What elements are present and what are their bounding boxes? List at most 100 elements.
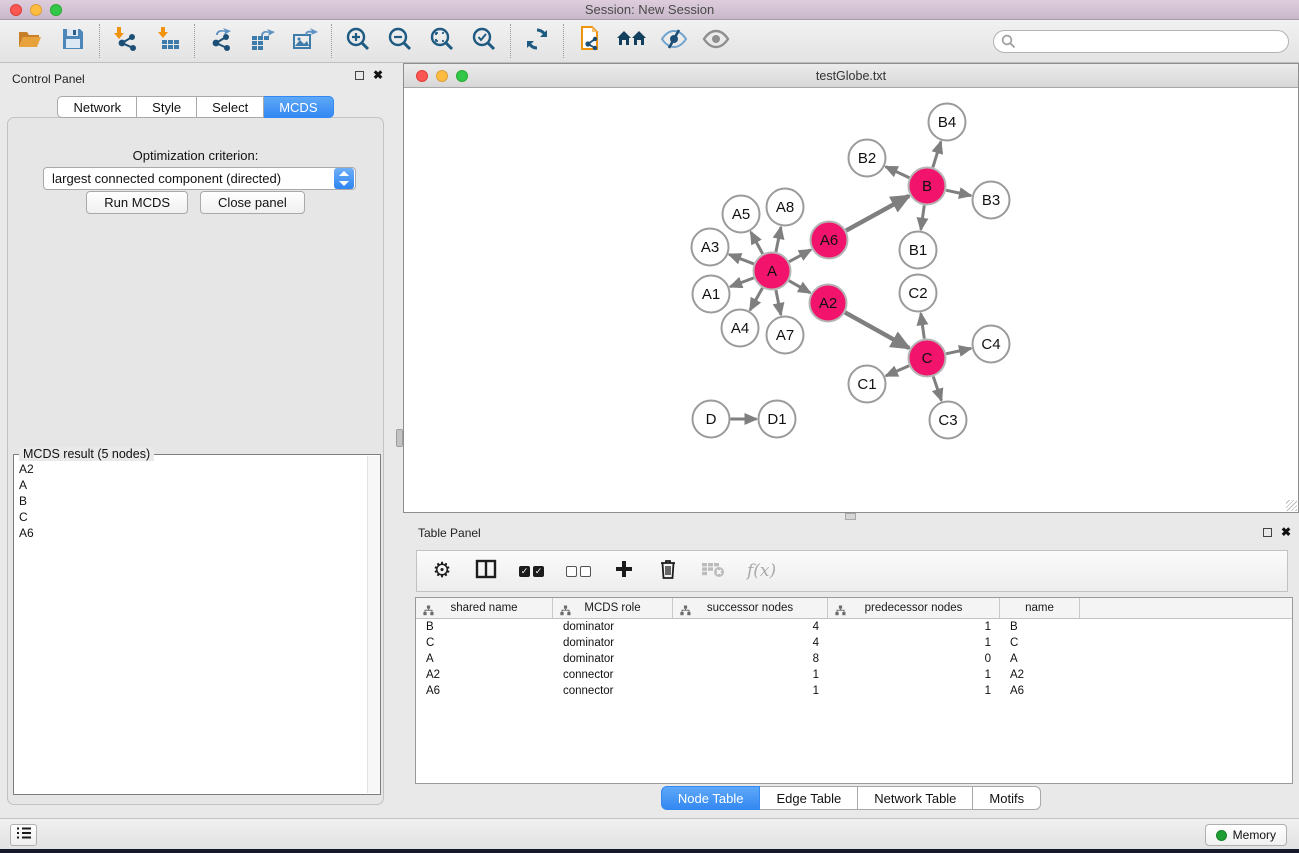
tab-network-table[interactable]: Network Table	[858, 786, 973, 810]
zoom-in-button[interactable]	[337, 23, 379, 59]
node-A8[interactable]: A8	[767, 189, 804, 226]
node-A[interactable]: A	[754, 253, 791, 290]
tab-network[interactable]: Network	[57, 96, 137, 118]
node-A7[interactable]: A7	[767, 317, 804, 354]
edge-A-A7[interactable]	[776, 290, 781, 315]
edge-A6-B[interactable]	[846, 196, 909, 231]
edge-B-B3[interactable]	[946, 190, 971, 195]
node-D1[interactable]: D1	[759, 401, 796, 438]
edge-B-B4[interactable]	[933, 142, 941, 168]
edge-A2-C[interactable]	[845, 312, 909, 348]
node-A5[interactable]: A5	[723, 196, 760, 233]
select-all-button[interactable]: ✓✓	[519, 558, 544, 584]
edge-B-B1[interactable]	[921, 205, 924, 229]
edge-A-A4[interactable]	[750, 288, 762, 310]
new-network-from-file-button[interactable]	[569, 23, 611, 59]
deselect-all-button[interactable]	[566, 558, 591, 584]
export-image-button[interactable]	[284, 23, 326, 59]
task-history-button[interactable]	[10, 824, 37, 846]
table-row[interactable]: Adominator80A	[416, 651, 1292, 667]
result-item[interactable]: A6	[14, 525, 366, 541]
result-item[interactable]: A2	[14, 461, 366, 477]
open-session-button[interactable]	[10, 23, 52, 59]
close-window-button[interactable]	[10, 4, 22, 16]
export-network-button[interactable]	[200, 23, 242, 59]
node-D[interactable]: D	[693, 401, 730, 438]
node-C4[interactable]: C4	[973, 326, 1010, 363]
node-C[interactable]: C	[909, 340, 946, 377]
column-header-MCDS-role[interactable]: MCDS role	[553, 598, 673, 618]
divider-scroll-thumb[interactable]	[396, 429, 403, 447]
show-graphics-button[interactable]	[695, 23, 737, 59]
create-column-button[interactable]	[613, 558, 635, 584]
close-panel-button[interactable]: Close panel	[200, 191, 305, 214]
close-table-panel-icon[interactable]: ✖	[1281, 527, 1291, 537]
float-panel-icon[interactable]	[355, 71, 364, 80]
node-A1[interactable]: A1	[693, 276, 730, 313]
tab-style[interactable]: Style	[137, 96, 197, 118]
edge-C-C4[interactable]	[946, 348, 971, 353]
tab-mcds[interactable]: MCDS	[264, 96, 333, 118]
edge-A-A3[interactable]	[729, 254, 754, 264]
edge-A-A2[interactable]	[789, 281, 810, 293]
delete-column-button[interactable]	[657, 558, 679, 584]
column-header-name[interactable]: name	[1000, 598, 1080, 618]
result-scrollbar[interactable]	[367, 456, 380, 793]
node-B2[interactable]: B2	[849, 140, 886, 177]
column-header-successor-nodes[interactable]: successor nodes	[673, 598, 828, 618]
edge-A-A6[interactable]	[789, 250, 811, 262]
edge-A-A5[interactable]	[751, 232, 763, 254]
tab-motifs[interactable]: Motifs	[973, 786, 1041, 810]
window-resize-grip[interactable]	[1286, 500, 1297, 511]
edge-C-C3[interactable]	[933, 376, 941, 400]
edge-A-A1[interactable]	[730, 278, 754, 287]
edge-B-B2[interactable]	[886, 167, 910, 178]
zoom-selected-button[interactable]	[463, 23, 505, 59]
memory-button[interactable]: Memory	[1205, 824, 1287, 846]
edge-C-C1[interactable]	[886, 366, 909, 376]
refresh-button[interactable]	[516, 23, 558, 59]
network-canvas[interactable]: AA1A2A3A4A5A6A7A8BB1B2B3B4CC1C2C3C4DD1	[404, 89, 1298, 512]
column-header-shared-name[interactable]: shared name	[416, 598, 553, 618]
result-item[interactable]: A	[14, 477, 366, 493]
zoom-fit-button[interactable]	[421, 23, 463, 59]
criterion-dropdown[interactable]: largest connected component (directed)	[43, 167, 356, 190]
hide-graphics-button[interactable]	[653, 23, 695, 59]
table-row[interactable]: Bdominator41B	[416, 619, 1292, 635]
network-zoom-button[interactable]	[456, 70, 468, 82]
tab-select[interactable]: Select	[197, 96, 264, 118]
show-columns-button[interactable]	[475, 558, 497, 584]
node-C1[interactable]: C1	[849, 366, 886, 403]
import-table-button[interactable]	[147, 23, 189, 59]
table-row[interactable]: A2connector11A2	[416, 667, 1292, 683]
tab-edge-table[interactable]: Edge Table	[760, 786, 858, 810]
table-row[interactable]: Cdominator41C	[416, 635, 1292, 651]
delete-table-button[interactable]	[701, 558, 725, 584]
network-close-button[interactable]	[416, 70, 428, 82]
export-table-button[interactable]	[242, 23, 284, 59]
tab-node-table[interactable]: Node Table	[661, 786, 761, 810]
edge-A-A8[interactable]	[776, 227, 781, 252]
minimize-window-button[interactable]	[30, 4, 42, 16]
save-session-button[interactable]	[52, 23, 94, 59]
result-item[interactable]: B	[14, 493, 366, 509]
zoom-window-button[interactable]	[50, 4, 62, 16]
float-table-panel-icon[interactable]	[1263, 528, 1272, 537]
node-B3[interactable]: B3	[973, 182, 1010, 219]
zoom-out-button[interactable]	[379, 23, 421, 59]
node-B1[interactable]: B1	[900, 232, 937, 269]
close-panel-icon[interactable]: ✖	[373, 70, 383, 80]
node-A2[interactable]: A2	[810, 285, 847, 322]
table-settings-button[interactable]: ⚙	[431, 558, 453, 584]
edge-C-C2[interactable]	[921, 313, 925, 338]
node-B4[interactable]: B4	[929, 104, 966, 141]
table-row[interactable]: A6connector11A6	[416, 683, 1292, 699]
node-A4[interactable]: A4	[722, 310, 759, 347]
network-minimize-button[interactable]	[436, 70, 448, 82]
node-C3[interactable]: C3	[930, 402, 967, 439]
result-item[interactable]: C	[14, 509, 366, 525]
function-builder-button[interactable]: f(x)	[747, 558, 776, 584]
node-A3[interactable]: A3	[692, 229, 729, 266]
search-input[interactable]	[993, 30, 1289, 53]
home-networks-button[interactable]	[611, 23, 653, 59]
